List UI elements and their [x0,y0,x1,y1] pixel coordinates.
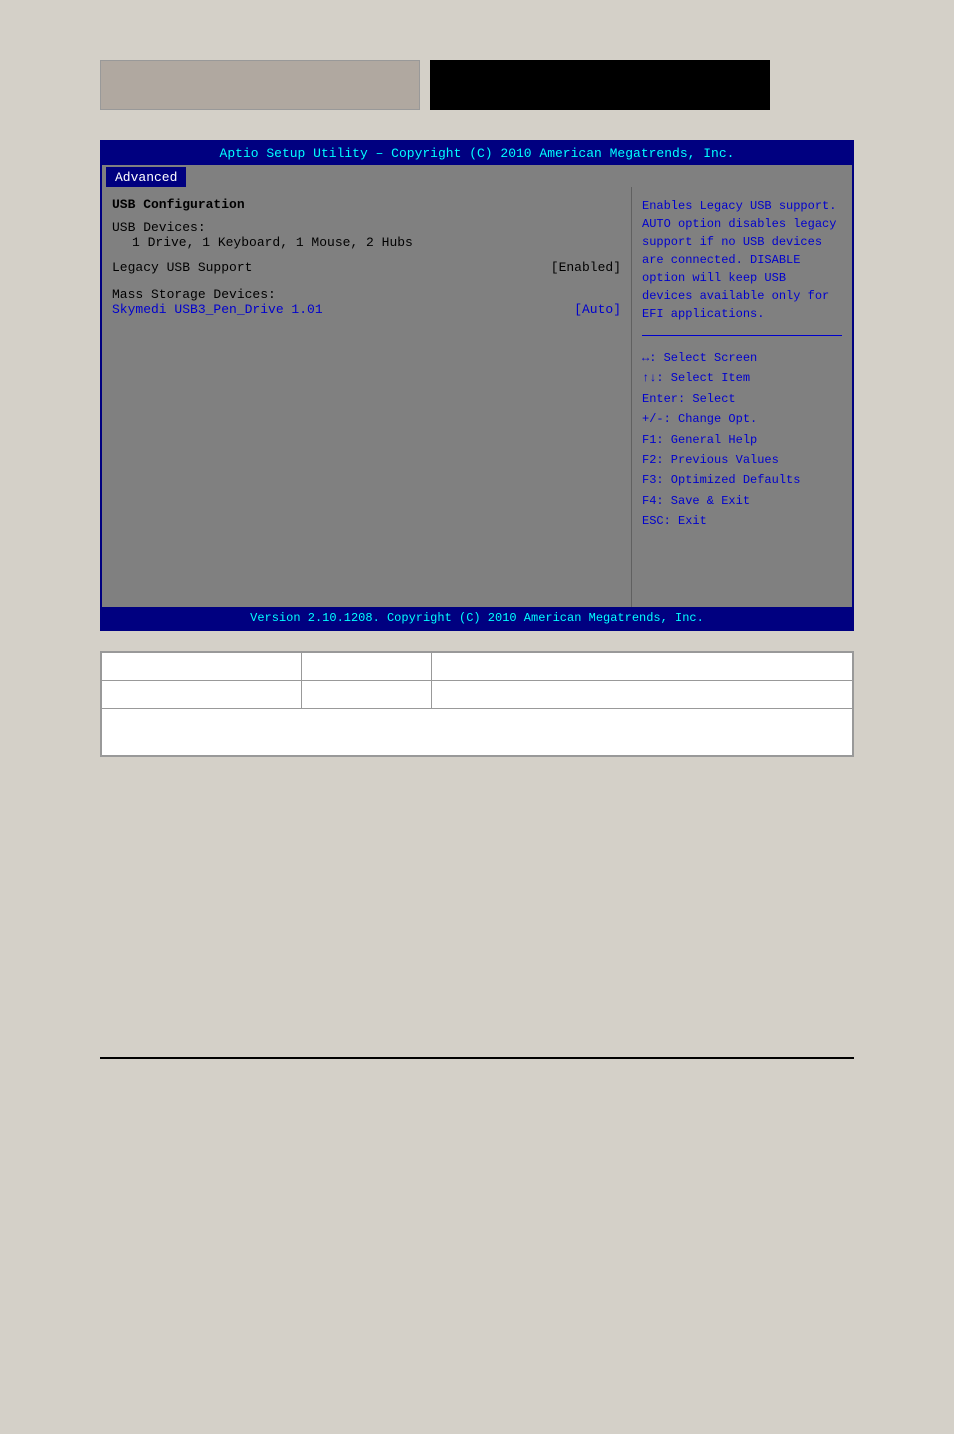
shortcut-esc: ESC: Exit [642,511,842,531]
devices-label: USB Devices: [112,220,621,235]
legacy-usb-value: [Enabled] [551,260,621,275]
top-header [0,0,954,130]
shortcut-f4: F4: Save & Exit [642,491,842,511]
shortcut-change-opt: +/-: Change Opt. [642,409,842,429]
table-cell-2-1 [102,681,302,709]
table-row [102,681,853,709]
table-cell-1-2 [302,653,432,681]
shortcut-select-screen: ↔: Select Screen [642,348,842,368]
mass-storage-item-value: [Auto] [574,302,621,317]
mass-storage-item-name: Skymedi USB3_Pen_Drive 1.01 [112,302,323,317]
header-right-box [430,60,770,110]
table-cell-2-2 [302,681,432,709]
bios-nav: Advanced [102,165,852,187]
mass-storage-section: Mass Storage Devices: Skymedi USB3_Pen_D… [112,287,621,317]
devices-value: 1 Drive, 1 Keyboard, 1 Mouse, 2 Hubs [112,235,621,250]
table-row [102,653,853,681]
section-title: USB Configuration [112,197,621,212]
shortcut-select-item: ↑↓: Select Item [642,368,842,388]
bios-help-text: Enables Legacy USB support. AUTO option … [642,197,842,323]
shortcut-f2: F2: Previous Values [642,450,842,470]
mass-storage-item-row[interactable]: Skymedi USB3_Pen_Drive 1.01 [Auto] [112,302,621,317]
bios-shortcuts: ↔: Select Screen ↑↓: Select Item Enter: … [642,348,842,532]
legacy-usb-label: Legacy USB Support [112,260,252,275]
bios-container: Aptio Setup Utility – Copyright (C) 2010… [100,140,854,631]
bios-title-bar: Aptio Setup Utility – Copyright (C) 2010… [102,142,852,165]
shortcut-enter: Enter: Select [642,389,842,409]
bios-body: USB Configuration USB Devices: 1 Drive, … [102,187,852,607]
bios-right-panel: Enables Legacy USB support. AUTO option … [632,187,852,607]
shortcut-f3: F3: Optimized Defaults [642,470,842,490]
info-table-container [100,651,854,757]
table-cell-2-3 [432,681,853,709]
bios-left-panel: USB Configuration USB Devices: 1 Drive, … [102,187,632,607]
bios-footer-text: Version 2.10.1208. Copyright (C) 2010 Am… [250,611,704,625]
table-cell-1-1 [102,653,302,681]
info-table-note [101,709,853,756]
bios-divider [642,335,842,336]
table-cell-1-3 [432,653,853,681]
info-table [101,652,853,709]
tab-advanced[interactable]: Advanced [106,167,186,187]
bottom-line [100,1057,854,1059]
mass-storage-label: Mass Storage Devices: [112,287,621,302]
bios-footer: Version 2.10.1208. Copyright (C) 2010 Am… [102,607,852,629]
bios-title: Aptio Setup Utility – Copyright (C) 2010… [220,146,735,161]
header-left-box [100,60,420,110]
shortcut-f1: F1: General Help [642,430,842,450]
legacy-usb-row[interactable]: Legacy USB Support [Enabled] [112,260,621,275]
